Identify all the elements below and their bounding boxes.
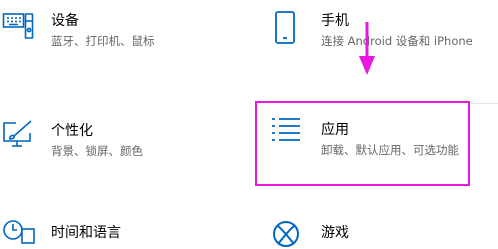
tile-personalization[interactable]: 个性化 背景、锁屏、颜色 [0,105,240,175]
apps-list-icon [270,116,302,146]
personalization-desc: 背景、锁屏、颜色 [51,144,143,158]
phone-icon [274,10,296,46]
tile-devices[interactable]: 设备 蓝牙、打印机、鼠标 [0,0,240,70]
arrow-down-icon [357,22,377,76]
divider [470,103,498,104]
xbox-icon [272,220,300,248]
apps-title: 应用 [321,122,349,138]
devices-title: 设备 [51,13,79,29]
tile-gaming[interactable]: 游戏 [260,215,498,247]
gaming-title: 游戏 [321,225,349,241]
time-language-title: 时间和语言 [51,225,121,241]
personalization-title: 个性化 [51,123,93,139]
keyboard-icon [2,10,34,42]
apps-desc: 卸载、默认应用、可选功能 [321,143,459,157]
tile-time-language[interactable]: 时间和语言 [0,215,240,244]
tile-phone[interactable]: 手机 连接 Android 设备和 iPhone [260,0,498,70]
brush-monitor-icon [2,119,34,149]
tile-apps[interactable]: 应用 卸载、默认应用、可选功能 [258,104,468,182]
clock-language-icon [2,219,36,249]
phone-desc: 连接 Android 设备和 iPhone [321,34,473,48]
devices-desc: 蓝牙、打印机、鼠标 [51,34,155,48]
phone-title: 手机 [321,13,349,29]
